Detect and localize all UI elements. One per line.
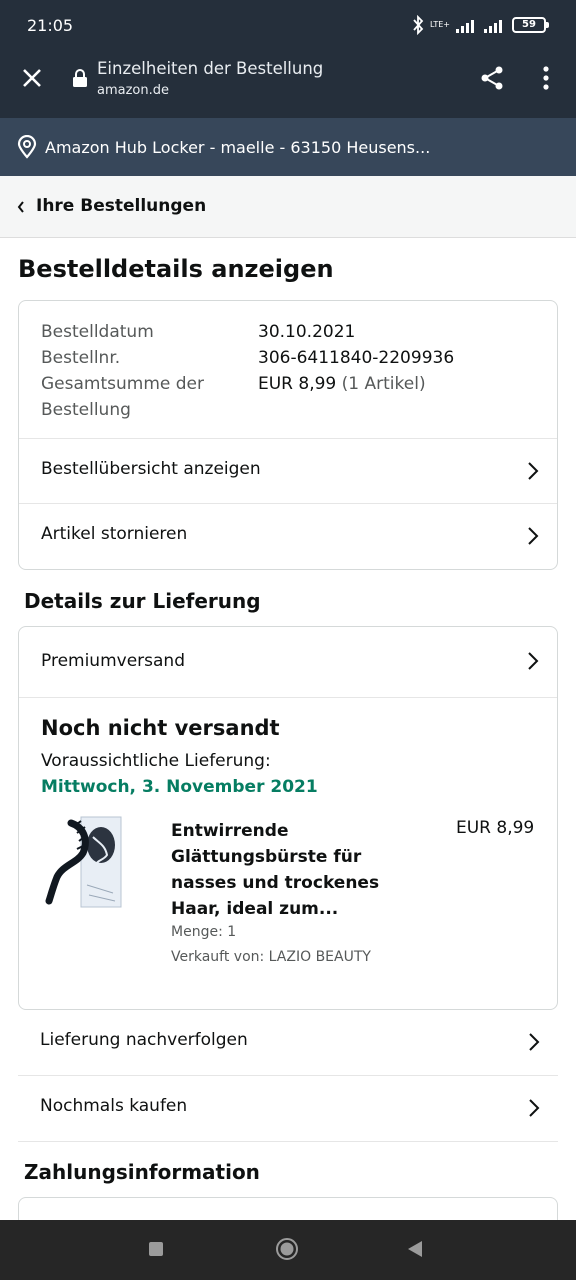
chevron-right-icon [528, 652, 539, 670]
track-delivery-label: Lieferung nachverfolgen [40, 1030, 248, 1050]
home-icon[interactable] [275, 1237, 299, 1261]
recent-apps-icon[interactable] [149, 1242, 163, 1256]
battery-icon: 59 [512, 17, 549, 33]
order-summary-card: Bestelldatum 30.10.2021 Bestellnr. 306-6… [18, 300, 558, 570]
order-date-label: Bestelldatum [41, 322, 154, 342]
expected-delivery-label: Voraussichtliche Lieferung: [41, 751, 271, 771]
status-icons: LTE+ 59 [412, 14, 549, 36]
cancel-items-row[interactable]: Artikel stornieren [19, 503, 557, 569]
shipping-method-row[interactable]: Premiumversand [19, 627, 557, 698]
chevron-right-icon [529, 1099, 540, 1117]
back-icon[interactable] [407, 1240, 423, 1258]
order-total-items: (1 Artikel) [341, 374, 426, 394]
buy-again-label: Nochmals kaufen [40, 1096, 188, 1116]
signal-icon [456, 20, 474, 33]
back-label: Ihre Bestellungen [36, 196, 207, 216]
chevron-right-icon [528, 527, 539, 545]
buy-again-row[interactable]: Nochmals kaufen [18, 1076, 558, 1142]
order-overview-row[interactable]: Bestellübersicht anzeigen [19, 438, 557, 504]
track-delivery-row[interactable]: Lieferung nachverfolgen [18, 1010, 558, 1076]
delivery-section-title: Details zur Lieferung [24, 589, 261, 613]
product-image[interactable] [43, 815, 127, 911]
order-number-value: 306-6411840-2209936 [258, 348, 455, 368]
close-icon[interactable] [18, 64, 46, 92]
order-total-amount: EUR 8,99 [258, 374, 337, 394]
product-title-link[interactable]: Entwirrende Glättungsbürste für nasses u… [171, 818, 411, 922]
delivery-address: Amazon Hub Locker - maelle - 63150 Heuse… [45, 138, 431, 157]
browser-toolbar: Einzelheiten der Bestellung amazon.de [0, 50, 576, 118]
shipment-status: Noch nicht versandt [41, 716, 280, 740]
product-price: EUR 8,99 [456, 818, 535, 838]
order-total-label-2: Bestellung [41, 400, 131, 420]
bluetooth-icon [413, 15, 424, 35]
signal-icon-2 [484, 20, 502, 33]
delivery-card: Premiumversand Noch nicht versandt Vorau… [18, 626, 558, 1010]
order-date-value: 30.10.2021 [258, 322, 356, 342]
system-navigation-bar [0, 1220, 576, 1280]
location-pin-icon [17, 135, 37, 159]
delivery-address-bar[interactable]: Amazon Hub Locker - maelle - 63150 Heuse… [0, 118, 576, 176]
status-bar: 21:05 LTE+ 59 [0, 0, 576, 50]
cancel-items-label: Artikel stornieren [41, 524, 188, 544]
network-type: LTE+ [430, 20, 450, 29]
product-quantity: Menge: 1 [171, 924, 237, 940]
page-title: Bestelldetails anzeigen [18, 255, 334, 283]
back-to-orders-link[interactable]: Ihre Bestellungen [0, 176, 576, 238]
order-overview-label: Bestellübersicht anzeigen [41, 459, 261, 479]
chevron-left-icon [17, 201, 24, 213]
order-total-label: Gesamtsumme der [41, 374, 204, 394]
order-total-value: EUR 8,99 (1 Artikel) [258, 371, 426, 397]
shipping-method-label: Premiumversand [41, 651, 185, 671]
share-icon[interactable] [478, 64, 506, 92]
status-time: 21:05 [27, 16, 74, 35]
more-vert-icon[interactable] [540, 64, 552, 92]
chevron-right-icon [528, 462, 539, 480]
browser-title: Einzelheiten der Bestellung [97, 59, 324, 78]
product-seller: Verkauft von: LAZIO BEAUTY [171, 949, 371, 965]
expected-delivery-date: Mittwoch, 3. November 2021 [41, 777, 318, 797]
lock-icon [73, 69, 87, 87]
browser-url: amazon.de [97, 83, 169, 98]
payment-section-title: Zahlungsinformation [24, 1160, 260, 1184]
order-number-label: Bestellnr. [41, 348, 121, 368]
chevron-right-icon [529, 1033, 540, 1051]
